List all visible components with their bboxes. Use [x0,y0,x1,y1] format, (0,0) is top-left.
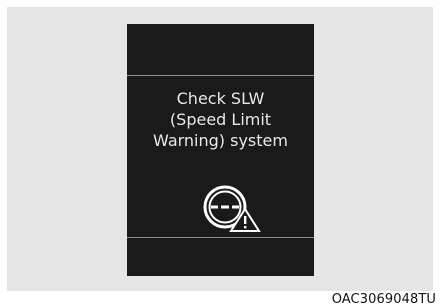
cluster-display: Check SLW (Speed Limit Warning) system [127,24,314,276]
warning-message: Check SLW (Speed Limit Warning) system [127,88,314,151]
message-line-2: (Speed Limit [169,110,272,129]
bottom-divider [127,237,314,238]
message-line-1: Check SLW [176,89,265,108]
figure-code: OAC3069048TU [331,292,436,307]
message-line-3: Warning) system [153,131,288,150]
speed-limit-warning-icon [203,185,261,232]
top-divider [127,75,314,76]
illustration-frame: Check SLW (Speed Limit Warning) system [7,7,433,291]
